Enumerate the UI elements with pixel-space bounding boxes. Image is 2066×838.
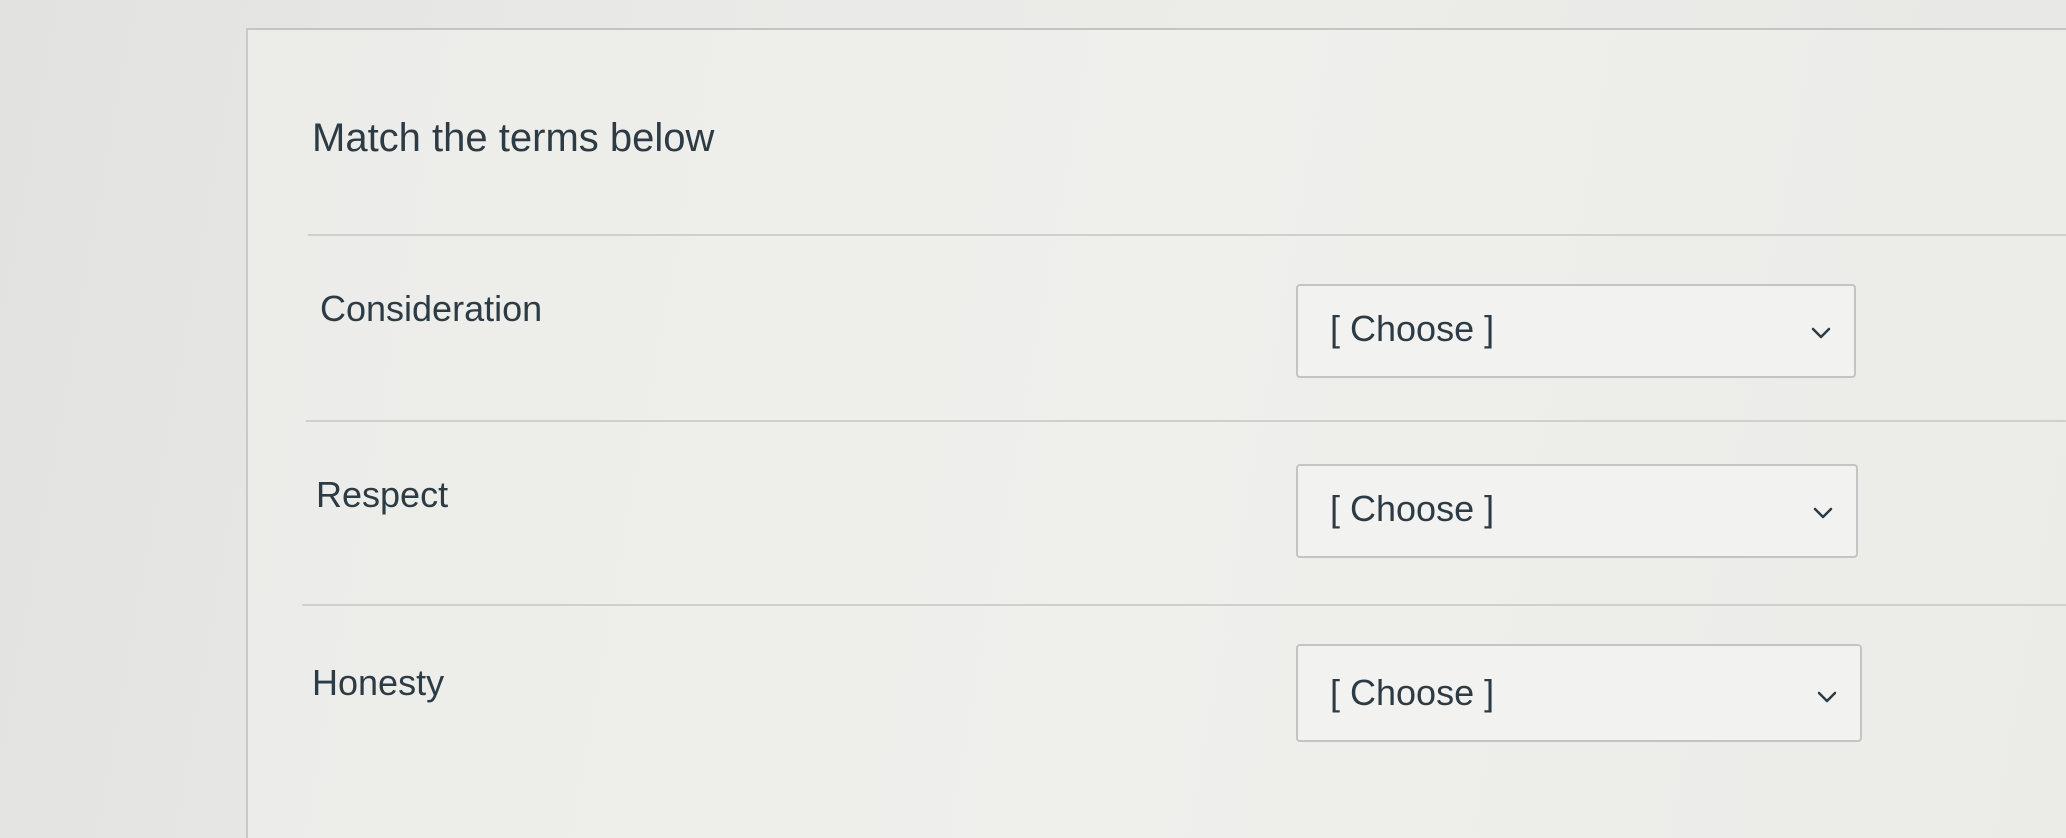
divider <box>308 234 2066 236</box>
term-label-honesty: Honesty <box>312 662 445 703</box>
page: Match the terms below Consideration [ Ch… <box>0 0 2066 838</box>
chevron-down-icon <box>1817 691 1837 703</box>
chevron-down-icon <box>1811 327 1831 339</box>
term-label-respect: Respect <box>316 474 449 515</box>
select-value: [ Choose ] <box>1330 488 1495 529</box>
question-card: Match the terms below Consideration [ Ch… <box>246 28 2066 838</box>
chevron-down-icon <box>1813 507 1833 519</box>
divider <box>306 420 2066 422</box>
answer-select-consideration[interactable]: [ Choose ] <box>1296 284 1856 378</box>
answer-select-honesty[interactable]: [ Choose ] <box>1296 644 1862 742</box>
term-label-consideration: Consideration <box>320 288 543 329</box>
divider <box>302 604 2066 606</box>
question-prompt: Match the terms below <box>312 116 715 160</box>
select-value: [ Choose ] <box>1330 672 1495 713</box>
select-value: [ Choose ] <box>1330 308 1495 349</box>
answer-select-respect[interactable]: [ Choose ] <box>1296 464 1858 558</box>
